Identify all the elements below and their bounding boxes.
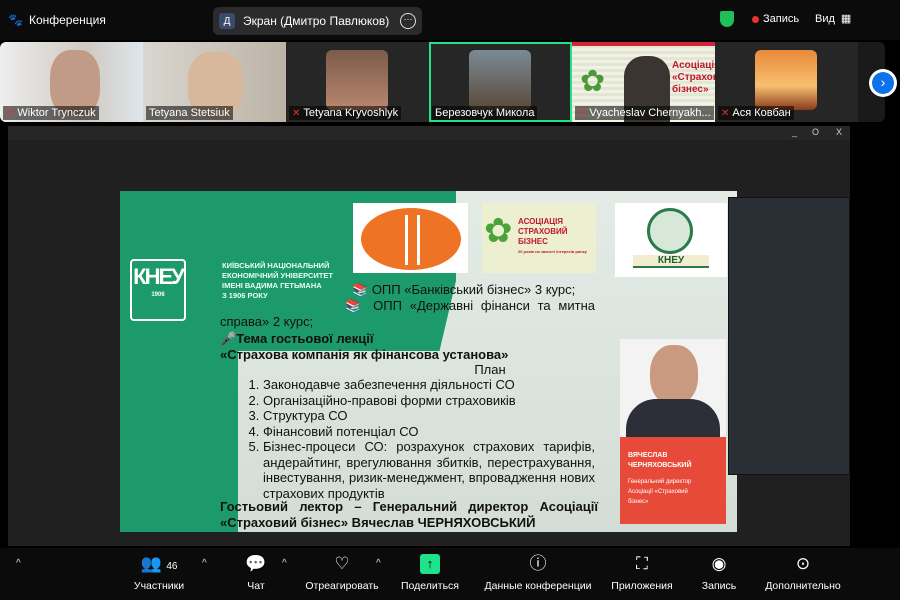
tile-slogan: Асоціація «Страховий бізнес»: [672, 60, 715, 95]
kneu-logo: КНЕУ 1906: [130, 259, 186, 321]
share-arrow-icon: ↑: [420, 554, 440, 574]
university-name: КИЇВСЬКИЙ НАЦІОНАЛЬНИЙ ЕКОНОМІЧНИЙ УНІВЕР…: [222, 261, 333, 300]
more-button[interactable]: ⊙ Дополнительно: [758, 554, 848, 592]
apps-button[interactable]: ⛶ Приложения: [606, 554, 678, 592]
maximize-button[interactable]: O: [812, 127, 819, 137]
sharer-avatar: Д: [219, 13, 235, 29]
association-logo-icon: ✿: [580, 65, 606, 98]
plan-item: Структура СО: [263, 408, 595, 424]
plan-list: Законодавче забезпечення діяльності СО О…: [238, 377, 595, 501]
chat-button[interactable]: 💬 Чат: [238, 554, 274, 592]
participant-tile-active-speaker[interactable]: Березовчук Микола: [429, 42, 572, 122]
program-1: 📚 ОПП «Банківський бізнес» 3 курс;: [352, 282, 576, 297]
mic-muted-icon: ✕: [578, 107, 587, 119]
info-icon: ⓘ: [529, 554, 547, 573]
side-panel: [728, 197, 850, 475]
lecture-topic: 🎤Тема гостьової лекції «Страхова компанія…: [220, 331, 509, 377]
participant-strip: ✕ Wiktor Trynczuk Tetyana Stetsiuk ✕ Tetya…: [0, 42, 885, 122]
close-button[interactable]: X: [836, 127, 842, 137]
participant-tile[interactable]: ✕ Ася Ковбан: [715, 42, 858, 122]
plan-item: Законодавче забезпечення діяльності СО: [263, 377, 595, 393]
top-bar: 🐾 Конференция Д Экран (Дмитро Павлюков) ···…: [0, 0, 900, 40]
record-button[interactable]: ◉ Запись: [696, 554, 742, 592]
ellipsis-icon: ⊙: [795, 554, 811, 573]
apps-icon: ⛶: [636, 554, 648, 573]
screen-share-label: Экран (Дмитро Павлюков): [243, 14, 390, 28]
record-dot-icon: [752, 15, 759, 23]
more-options-icon[interactable]: ···: [400, 13, 416, 29]
participants-button[interactable]: 👥 46 Участники: [130, 554, 188, 592]
grid-icon: ▦: [840, 13, 852, 25]
screen-share-indicator[interactable]: Д Экран (Дмитро Павлюков) ···: [213, 7, 422, 35]
program-logo: [353, 203, 468, 273]
plan-item: Фінансовий потенціал СО: [263, 424, 595, 440]
participant-tile[interactable]: ✕ Tetyana Kryvoshlyk: [286, 42, 429, 122]
next-page-button[interactable]: ›: [869, 69, 897, 97]
chevron-right-icon: ›: [872, 72, 894, 94]
chevron-up-icon[interactable]: ^: [376, 558, 381, 569]
participant-tile[interactable]: Tetyana Stetsiuk: [143, 42, 286, 122]
view-button[interactable]: Вид ▦: [815, 12, 852, 26]
association-icon: ✿: [484, 212, 513, 250]
plan-item: Бізнес-процеси СО: розрахунок страхових …: [263, 439, 595, 501]
guest-lecturer: Гостьовий лектор – Генеральний директор …: [220, 499, 598, 530]
react-button[interactable]: ♡ Отреагировать: [302, 554, 382, 592]
heart-icon: ♡: [334, 554, 350, 573]
participant-tile[interactable]: ✕ Wiktor Trynczuk: [0, 42, 143, 122]
record-icon: ◉: [711, 554, 727, 573]
kneu-emblem: КНЕУ: [615, 203, 727, 277]
meeting-info-button[interactable]: ⓘ Данные конференции: [480, 554, 596, 592]
books-icon: 📚: [352, 282, 369, 297]
meeting-toolbar: ^ 👥 46 Участники ^ 💬 Чат ^ ♡ Отреагировать …: [0, 548, 900, 600]
chevron-up-icon[interactable]: ^: [282, 558, 287, 569]
recording-indicator[interactable]: Запись: [752, 13, 799, 25]
presentation-slide: КНЕУ 1906 КИЇВСЬКИЙ НАЦІОНАЛЬНИЙ ЕКОНОМІЧН…: [120, 191, 737, 532]
share-button[interactable]: ↑ Поделиться: [398, 554, 462, 592]
security-shield-icon[interactable]: [720, 11, 734, 27]
chevron-up-icon[interactable]: ^: [16, 558, 21, 569]
chat-icon: 💬: [245, 554, 267, 573]
paw-icon: 🐾: [8, 13, 23, 27]
participants-icon: 👥 46: [140, 554, 178, 573]
speaker-caption: ВЯЧЕСЛАВ ЧЕРНЯХОВСЬКИЙ Генеральний директ…: [620, 437, 726, 524]
window-titlebar: [8, 126, 850, 140]
microphone-icon: 🎤: [220, 331, 237, 346]
mic-muted-icon: ✕: [721, 107, 730, 119]
books-icon: 📚: [345, 298, 366, 313]
plan-item: Організаційно-правові форми страховиків: [263, 393, 595, 409]
mic-muted-icon: ✕: [6, 107, 15, 119]
chevron-up-icon[interactable]: ^: [202, 558, 207, 569]
mic-muted-icon: ✕: [292, 107, 301, 119]
association-logo: ✿ АСОЦІАЦІЯ СТРАХОВИЙ БІЗНЕС 20 років на за…: [482, 203, 596, 273]
minimize-button[interactable]: _: [792, 127, 797, 137]
meeting-title: 🐾 Конференция: [8, 13, 106, 27]
program-2: 📚 ОПП «Державні фінанси та митна справа»…: [220, 298, 595, 329]
participant-tile[interactable]: ✿Асоціація «Страховий бізнес»✕Vyacheslav…: [572, 42, 715, 122]
